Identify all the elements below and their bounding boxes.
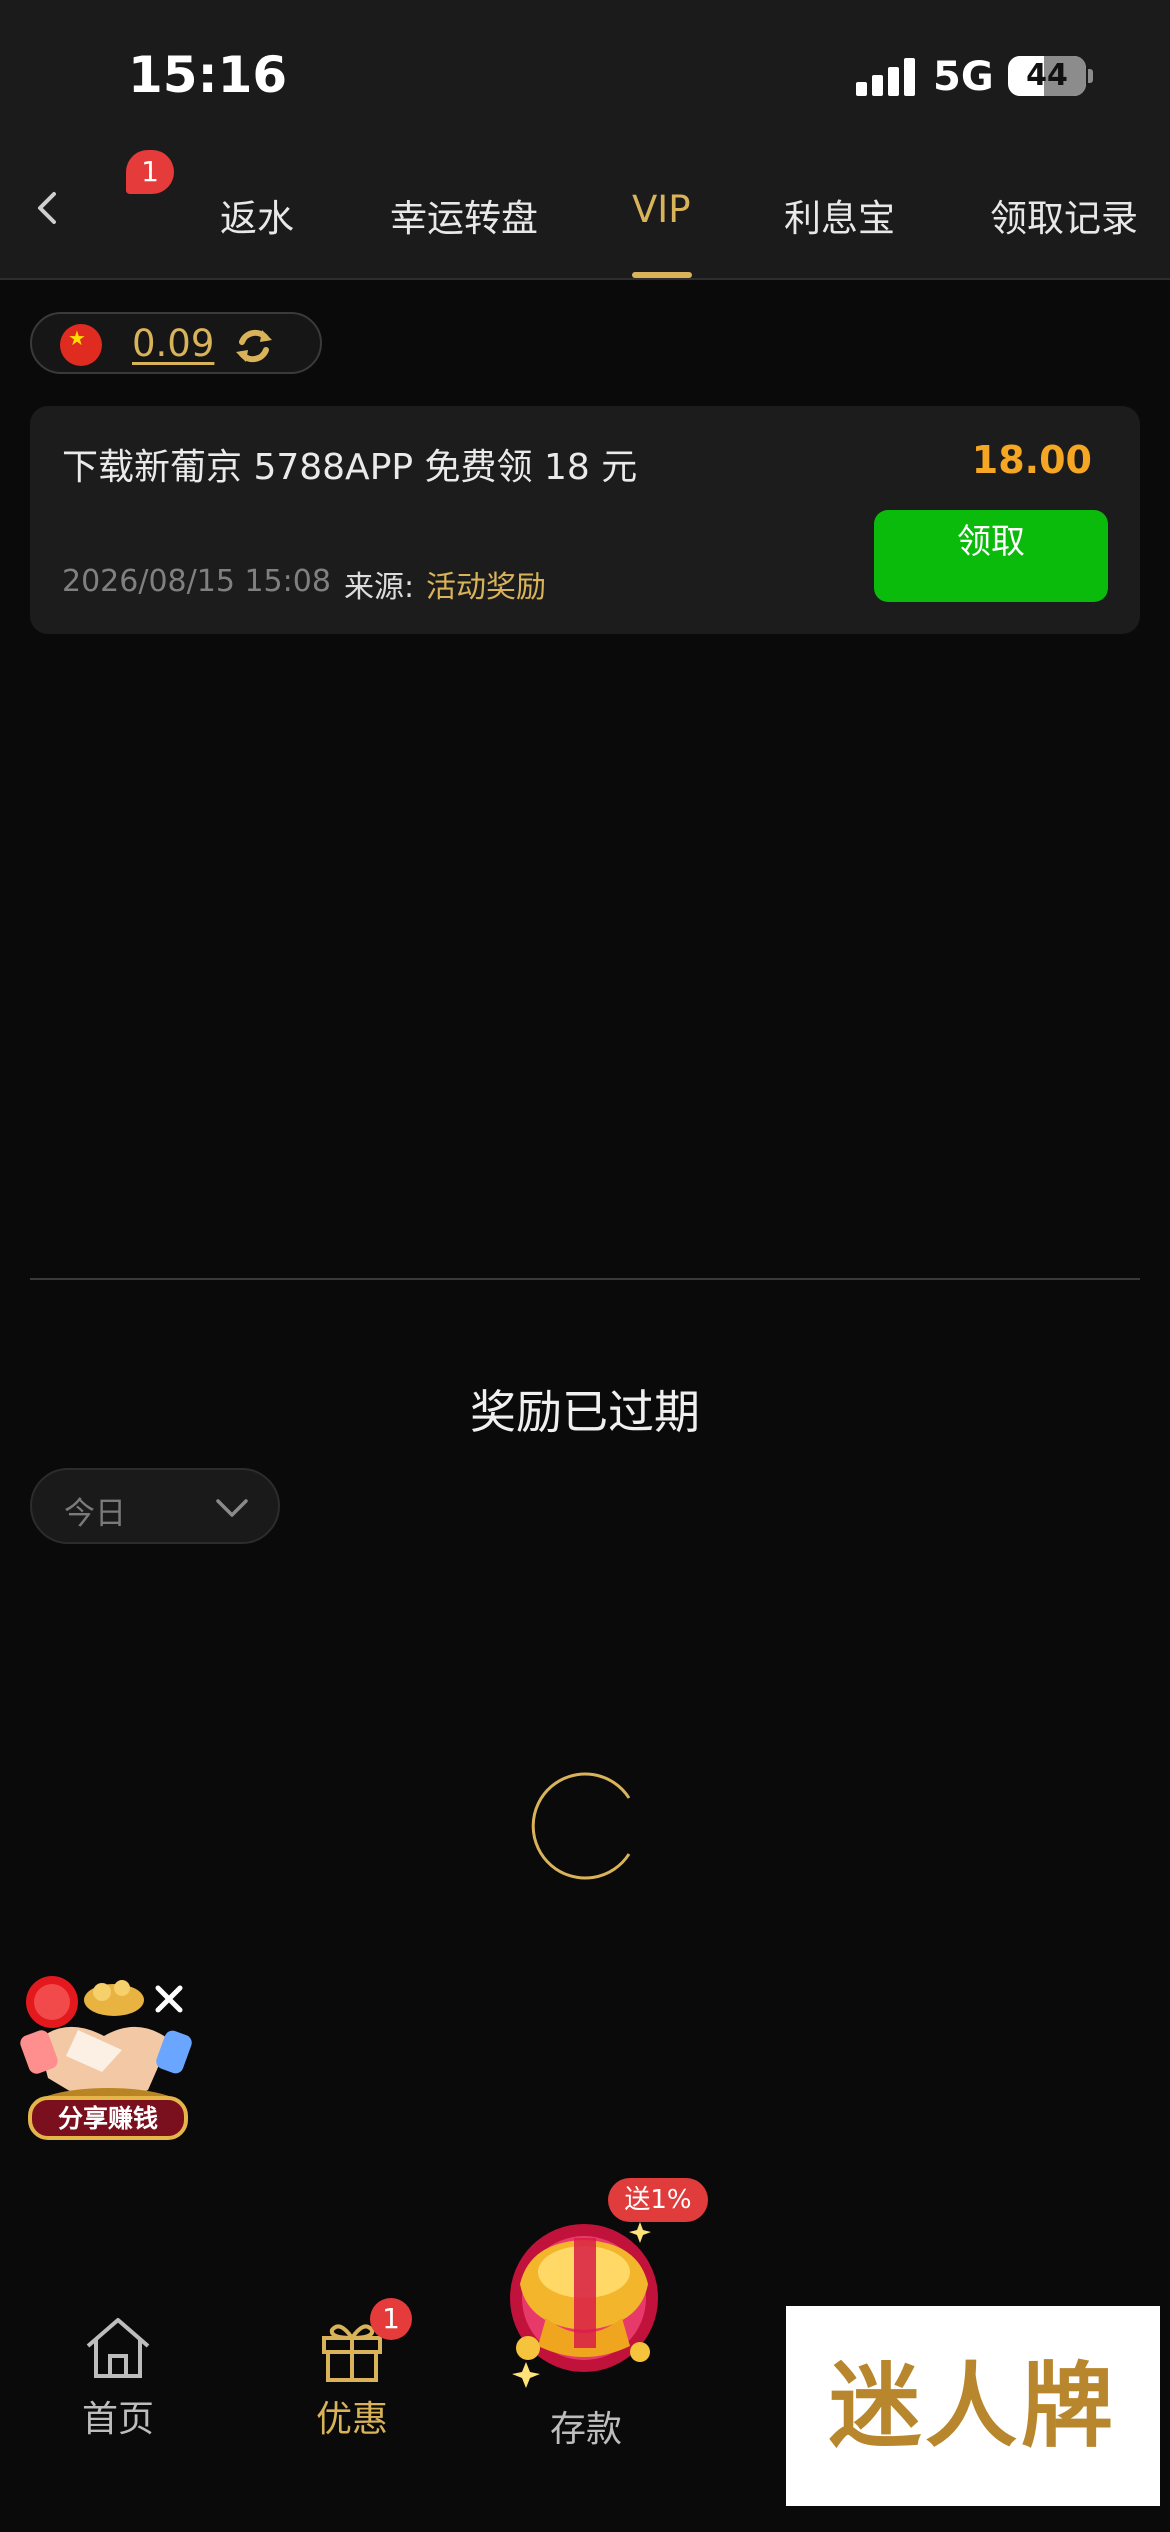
nav-home-label: 首页 (81, 2399, 154, 2440)
balance-value[interactable]: 0.09 (132, 322, 214, 365)
divider (30, 1278, 1140, 1280)
chevron-down-icon (216, 1499, 248, 1517)
share-widget-label: 分享赚钱 (58, 2104, 158, 2133)
nav-home[interactable]: 首页 (48, 2310, 188, 2442)
tab-vip[interactable]: VIP (632, 188, 691, 231)
home-icon (86, 2318, 150, 2378)
notification-badge[interactable]: 1 (126, 150, 174, 194)
reward-datetime: 2026/08/15 15:08 (62, 564, 331, 599)
nav-promotions-label: 优惠 (315, 2399, 388, 2440)
tab-interest[interactable]: 利息宝 (784, 188, 895, 242)
signal-icon (856, 58, 916, 96)
deposit-promo-badge: 送1% (608, 2178, 708, 2222)
battery-tip (1088, 69, 1093, 83)
nav-deposit[interactable]: 存款 (516, 2396, 656, 2452)
reward-amount: 18.00 (971, 438, 1092, 482)
back-arrow-icon[interactable] (26, 186, 70, 230)
date-filter-select[interactable]: 今日 (30, 1468, 280, 1544)
active-tab-indicator (632, 272, 692, 278)
status-time: 15:16 (128, 46, 288, 104)
reward-expired-message: 奖励已过期 (470, 1385, 700, 1439)
date-filter-value: 今日 (64, 1496, 126, 1532)
china-flag-icon (60, 324, 102, 366)
tab-claim-records[interactable]: 领取记录 (990, 188, 1138, 242)
source-label: 来源: (344, 570, 415, 605)
promotions-badge: 1 (370, 2298, 412, 2340)
battery-icon: 44 (1008, 56, 1086, 96)
gold-ingot-icon[interactable] (490, 2198, 690, 2388)
top-header: 15:16 5G 44 1 返水 幸运转盘 VIP 利息宝 领取记录 (0, 0, 1170, 280)
balance-pill: 0.09 (30, 312, 322, 374)
source-value: 活动奖励 (426, 570, 546, 605)
reward-card: 下载新葡京 5788APP 免费领 18 元 18.00 2026/08/15 … (30, 406, 1140, 634)
loading-spinner (531, 1772, 631, 1880)
nav-deposit-label: 存款 (549, 2409, 622, 2450)
tab-lucky-wheel[interactable]: 幸运转盘 (390, 188, 538, 242)
refresh-icon[interactable] (232, 324, 276, 368)
battery-level: 44 (1026, 58, 1068, 93)
network-type: 5G (933, 54, 994, 100)
claim-button[interactable]: 领取 (874, 510, 1108, 602)
watermark-logo: 迷人牌 (786, 2306, 1160, 2506)
close-icon[interactable] (148, 1978, 190, 2020)
tab-rebate[interactable]: 返水 (220, 188, 294, 242)
reward-title: 下载新葡京 5788APP 免费领 18 元 (62, 447, 638, 488)
watermark-text: 迷人牌 (828, 2352, 1117, 2460)
